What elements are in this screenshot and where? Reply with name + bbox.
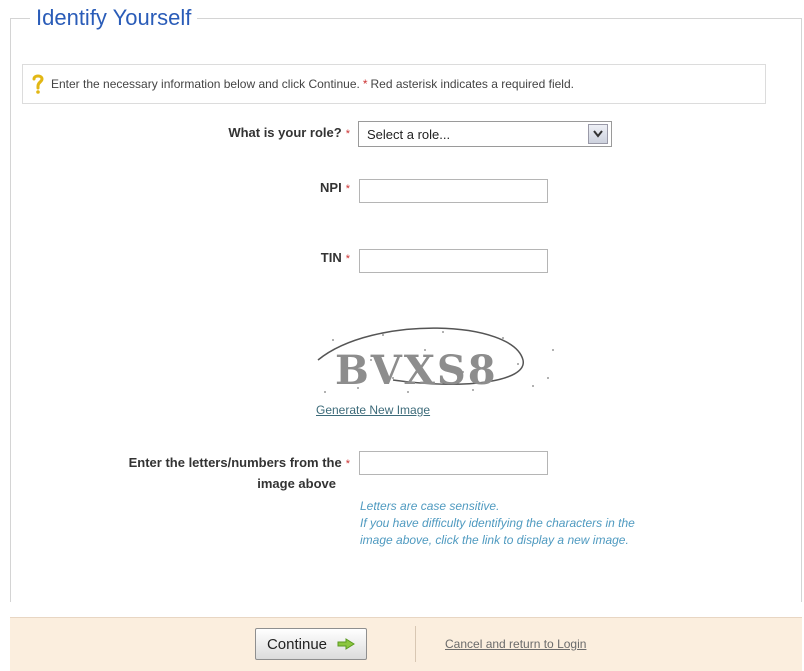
- npi-label-group: NPI *: [150, 180, 350, 195]
- hint-line: If you have difficulty identifying the c…: [360, 516, 635, 530]
- captcha-hint: Letters are case sensitive. If you have …: [360, 498, 740, 549]
- required-mark: *: [345, 253, 350, 265]
- captcha-input[interactable]: [359, 451, 548, 475]
- page-title: Identify Yourself: [30, 5, 198, 31]
- info-text: Enter the necessary information below an…: [51, 77, 360, 91]
- continue-label: Continue: [266, 635, 328, 653]
- npi-label: NPI: [320, 180, 342, 195]
- hint-line: Letters are case sensitive.: [360, 499, 500, 513]
- cancel-link[interactable]: Cancel and return to Login: [445, 637, 586, 651]
- info-bar: Enter the necessary information below an…: [22, 64, 766, 104]
- captcha-label-group: Enter the letters/numbers from the * imag…: [30, 453, 350, 493]
- green-arrow-icon: [337, 638, 355, 650]
- tin-input[interactable]: [359, 249, 548, 273]
- role-select-value: Select a role...: [367, 126, 451, 142]
- captcha-image: BVXS8: [317, 327, 554, 394]
- generate-new-image-link[interactable]: Generate New Image: [316, 403, 430, 417]
- footer-divider: [415, 626, 416, 662]
- required-mark: *: [345, 458, 350, 470]
- required-mark: *: [345, 183, 350, 195]
- tin-label: TIN: [320, 250, 342, 265]
- npi-input[interactable]: [359, 179, 548, 203]
- question-mark-icon: [32, 74, 44, 94]
- captcha-text: BVXS8: [335, 347, 498, 394]
- role-label: What is your role?: [228, 125, 342, 140]
- role-label-group: What is your role? *: [150, 125, 350, 140]
- info-text-required: Red asterisk indicates a required field.: [370, 77, 574, 91]
- role-select[interactable]: Select a role...: [358, 121, 612, 147]
- info-asterisk: *: [362, 77, 368, 91]
- required-mark: *: [345, 128, 350, 140]
- continue-button[interactable]: Continue: [255, 628, 367, 660]
- dropdown-arrow-icon[interactable]: [588, 124, 608, 144]
- tin-label-group: TIN *: [150, 250, 350, 265]
- captcha-label: Enter the letters/numbers from the: [128, 455, 342, 470]
- hint-line: image above, click the link to display a…: [360, 533, 629, 547]
- captcha-label-line2: image above: [257, 476, 336, 491]
- footer-bar: Continue Cancel and return to Login: [10, 617, 802, 671]
